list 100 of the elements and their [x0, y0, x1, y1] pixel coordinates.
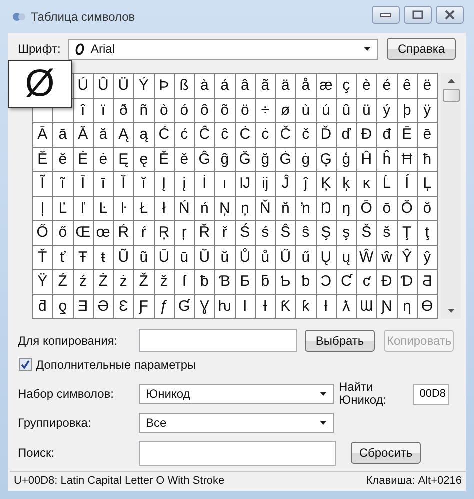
character-cell[interactable]: ĩ — [53, 172, 72, 196]
character-cell[interactable]: ö — [236, 98, 255, 122]
character-cell[interactable]: Ċ — [236, 123, 255, 146]
unicode-field[interactable]: 00D8 — [413, 384, 449, 405]
character-cell[interactable]: Ļ — [418, 172, 437, 196]
character-cell[interactable]: ň — [276, 196, 296, 220]
character-cell[interactable]: ĺ — [398, 172, 417, 196]
character-cell[interactable]: Ɩ — [236, 294, 255, 318]
character-cell[interactable]: Ɣ — [195, 294, 214, 318]
character-cell[interactable]: ò — [154, 98, 174, 122]
character-cell[interactable]: Ę — [114, 148, 134, 171]
character-cell[interactable]: ù — [296, 98, 316, 122]
character-cell[interactable]: ļ — [33, 196, 52, 220]
character-cell[interactable]: ı — [215, 172, 234, 196]
character-cell[interactable]: ł — [154, 196, 174, 220]
character-cell[interactable]: Œ — [74, 221, 93, 244]
character-cell[interactable]: ß — [174, 74, 194, 98]
character-cell[interactable]: ĸ — [357, 172, 376, 196]
reset-button[interactable]: Сбросить — [351, 442, 421, 464]
character-cell[interactable]: Ğ — [236, 148, 255, 171]
character-cell[interactable]: ğ — [256, 148, 275, 171]
character-cell[interactable]: Ħ — [398, 148, 417, 171]
character-cell[interactable]: ē — [418, 123, 437, 146]
character-cell[interactable]: ċ — [256, 123, 275, 146]
character-cell[interactable]: ž — [154, 270, 174, 294]
grouping-dropdown[interactable]: Все — [139, 413, 334, 434]
character-cell[interactable]: Ĭ — [114, 172, 134, 196]
character-cell[interactable]: đ — [377, 123, 396, 146]
character-cell[interactable]: Ď — [316, 123, 336, 146]
character-cell[interactable]: Ě — [154, 148, 174, 171]
character-cell[interactable]: ê — [398, 74, 417, 98]
character-cell[interactable]: Ɖ — [377, 270, 396, 294]
character-cell[interactable]: ý — [377, 98, 396, 122]
character-cell[interactable]: Ŗ — [154, 221, 174, 244]
character-cell[interactable]: ĭ — [134, 172, 154, 196]
character-cell[interactable]: Ĺ — [377, 172, 396, 196]
character-cell[interactable]: ƞ — [398, 294, 417, 318]
character-cell[interactable]: Ė — [74, 148, 93, 171]
character-cell[interactable]: ņ — [236, 196, 255, 220]
character-cell[interactable]: İ — [195, 172, 214, 196]
character-cell[interactable]: ƕ — [215, 294, 234, 318]
character-cell[interactable]: Ł — [134, 196, 154, 220]
character-cell[interactable]: Ĩ — [33, 172, 52, 196]
character-cell[interactable]: Ū — [154, 246, 174, 269]
character-cell[interactable]: Ú — [74, 74, 93, 98]
character-cell[interactable]: ş — [336, 221, 356, 244]
character-cell[interactable]: Ī — [74, 172, 93, 196]
character-cell[interactable]: á — [215, 74, 234, 98]
character-cell[interactable]: Ź — [53, 270, 72, 294]
character-cell[interactable]: ħ — [418, 148, 437, 171]
character-cell[interactable]: Ŕ — [114, 221, 134, 244]
character-cell[interactable]: ů — [256, 246, 275, 269]
character-cell[interactable]: ę — [134, 148, 154, 171]
character-cell[interactable]: ą — [134, 123, 154, 146]
character-cell[interactable]: ě — [174, 148, 194, 171]
scrollbar-thumb[interactable] — [442, 89, 460, 102]
character-cell[interactable]: ë — [418, 74, 437, 98]
character-cell[interactable]: Û — [94, 74, 113, 98]
close-button[interactable] — [436, 6, 464, 24]
character-cell[interactable]: ŵ — [377, 246, 396, 269]
character-cell[interactable]: ũ — [134, 246, 154, 269]
character-cell[interactable]: ŗ — [174, 221, 194, 244]
character-cell[interactable]: Ž — [134, 270, 154, 294]
character-cell[interactable]: Ň — [256, 196, 275, 220]
character-cell[interactable]: ė — [94, 148, 113, 171]
character-cell[interactable]: Ŵ — [357, 246, 376, 269]
character-cell[interactable]: ƃ — [256, 270, 275, 294]
character-cell[interactable]: Ƅ — [276, 270, 296, 294]
character-cell[interactable]: ã — [256, 74, 275, 98]
character-cell[interactable]: Ģ — [316, 148, 336, 171]
character-cell[interactable]: ð — [114, 98, 134, 122]
character-cell[interactable]: Ĉ — [195, 123, 214, 146]
character-cell[interactable]: ź — [74, 270, 93, 294]
character-cell[interactable]: Ə — [94, 294, 113, 318]
character-cell[interactable]: ŧ — [94, 246, 113, 269]
character-cell[interactable]: ô — [195, 98, 214, 122]
character-cell[interactable]: ŭ — [215, 246, 234, 269]
character-cell[interactable]: Ţ — [398, 221, 417, 244]
character-cell[interactable]: Ĳ — [236, 172, 255, 196]
character-cell[interactable]: ģ — [336, 148, 356, 171]
character-cell[interactable]: Ÿ — [33, 270, 52, 294]
character-cell[interactable]: œ — [94, 221, 113, 244]
character-cell[interactable]: ƍ — [53, 294, 72, 318]
character-cell[interactable]: ś — [256, 221, 275, 244]
character-cell[interactable]: ď — [336, 123, 356, 146]
character-cell[interactable]: ƈ — [357, 270, 376, 294]
character-cell[interactable]: ƌ — [33, 294, 52, 318]
character-cell[interactable]: Į — [154, 172, 174, 196]
character-cell[interactable]: ŉ — [296, 196, 316, 220]
character-cell[interactable]: Ą — [114, 123, 134, 146]
character-cell[interactable]: Ɲ — [377, 294, 396, 318]
character-cell[interactable]: ŝ — [296, 221, 316, 244]
character-cell[interactable]: ż — [114, 270, 134, 294]
character-cell[interactable]: è — [357, 74, 376, 98]
character-cell[interactable]: Ŏ — [398, 196, 417, 220]
character-cell[interactable]: ſ — [174, 270, 194, 294]
character-cell[interactable]: ƒ — [154, 294, 174, 318]
character-cell[interactable]: ƙ — [296, 294, 316, 318]
character-cell[interactable]: Ɓ — [215, 270, 234, 294]
character-cell[interactable]: ƀ — [195, 270, 214, 294]
